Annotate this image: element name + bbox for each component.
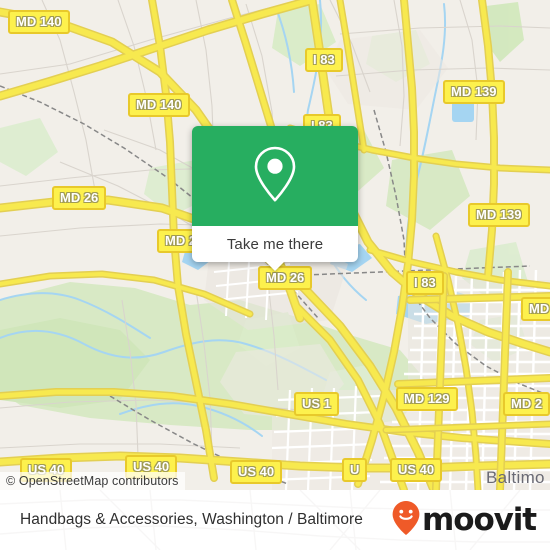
highway-shield: I 83 <box>305 48 343 72</box>
map-pin-icon <box>252 145 298 208</box>
highway-shield: US 40 <box>390 458 443 482</box>
page-title: Handbags & Accessories, Washington / Bal… <box>20 511 363 528</box>
highway-shield: MD 45 <box>521 297 550 321</box>
map-attribution[interactable]: © OpenStreetMap contributors <box>0 472 185 490</box>
moovit-logo[interactable]: moovit <box>391 500 537 541</box>
highway-shield: US 1 <box>294 392 339 416</box>
location-popup-card[interactable]: Take me there <box>192 126 358 271</box>
screenshot-root: .w { fill:none; stroke:#f7e94f; stroke-l… <box>0 0 550 550</box>
moovit-wordmark: moovit <box>422 501 537 538</box>
highway-shield: MD 26 <box>52 186 107 210</box>
highway-shield: MD 129 <box>396 387 458 411</box>
highway-shield: MD 139 <box>443 80 505 104</box>
highway-shield: I 83 <box>406 271 444 295</box>
footer-bar: Handbags & Accessories, Washington / Bal… <box>0 490 550 550</box>
highway-shield: MD 140 <box>128 93 190 117</box>
moovit-smiley-pin-icon <box>391 500 421 541</box>
highway-shield: MD 2 <box>503 392 550 416</box>
highway-shield: MD 140 <box>8 10 70 34</box>
map-canvas[interactable]: .w { fill:none; stroke:#f7e94f; stroke-l… <box>0 0 550 490</box>
highway-shield: U <box>342 458 368 482</box>
highway-shield: US 40 <box>230 460 283 484</box>
take-me-there-button[interactable]: Take me there <box>227 236 323 253</box>
city-label-baltimore: Baltimo <box>486 468 545 487</box>
popup-action-area[interactable]: Take me there <box>192 226 358 271</box>
highway-shield: MD 139 <box>468 203 530 227</box>
popup-image-area <box>192 126 358 226</box>
popup-pointer-tip <box>265 261 285 271</box>
